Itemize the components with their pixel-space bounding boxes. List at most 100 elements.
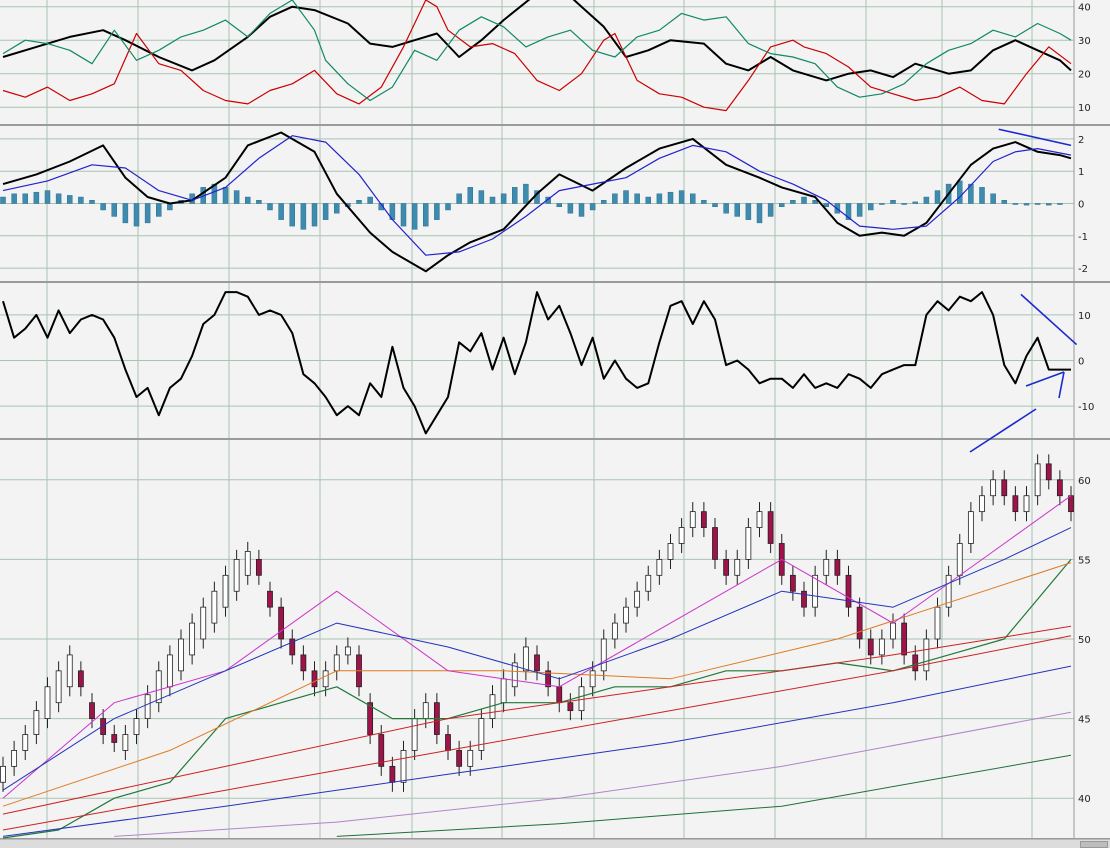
macd-histogram-bar (701, 200, 707, 204)
macd-histogram-bar (44, 190, 51, 204)
candle-body (1056, 479, 1063, 497)
candle-body (55, 670, 62, 704)
macd-histogram-bar (144, 203, 151, 224)
macd-histogram-bar (267, 203, 273, 211)
cci-y-tick-label: -10 (1078, 402, 1094, 413)
candle-body (812, 574, 819, 608)
macd-histogram-bar (256, 200, 262, 204)
macd-histogram-bar (779, 203, 785, 207)
macd-histogram-bar (690, 193, 696, 204)
candle-body (700, 511, 707, 528)
macd-histogram-bar (300, 203, 307, 230)
macd-y-tick-label: 1 (1078, 167, 1084, 178)
macd-histogram-bar (823, 203, 829, 207)
horizontal-scrollbar[interactable] (0, 839, 1110, 848)
macd-y-tick-label: 2 (1078, 135, 1084, 146)
candle-body (878, 638, 885, 656)
macd-histogram-bar (812, 200, 818, 204)
macd-y-tick-label: 0 (1078, 200, 1084, 211)
macd-histogram-bar (578, 203, 585, 217)
candle-body (467, 750, 474, 767)
dmi-y-tick-label: 10 (1078, 103, 1091, 114)
candle-body (623, 606, 629, 624)
macd-histogram-bar (801, 196, 807, 204)
candle-body (11, 750, 18, 767)
cci-y-tick-label: 0 (1078, 357, 1084, 368)
macd-histogram-bar (890, 200, 896, 204)
macd-histogram-bar (523, 183, 529, 204)
scroll-thumb[interactable] (1080, 841, 1108, 848)
macd-histogram-bar (334, 203, 340, 214)
macd-histogram-bar (367, 196, 373, 204)
macd-histogram-bar (0, 196, 6, 204)
candle-body (611, 622, 618, 640)
macd-histogram-bar (322, 203, 329, 220)
candle-body (556, 686, 563, 704)
macd-histogram-bar (645, 196, 651, 204)
candle-body (901, 622, 908, 656)
macd-histogram-bar (245, 196, 251, 204)
macd-histogram-bar (1001, 200, 1007, 204)
price-y-tick-label: 40 (1078, 794, 1091, 805)
macd-histogram-bar (55, 193, 62, 204)
indicator-chart: 10203040-2-1012-100104045505560 (0, 0, 1110, 848)
candle-body (956, 543, 963, 576)
macd-histogram-bar (89, 200, 95, 204)
candle-body (667, 543, 674, 560)
candle-body (789, 574, 796, 592)
candle-body (912, 654, 919, 672)
macd-histogram-bar (923, 196, 930, 204)
macd-histogram-bar (934, 190, 941, 204)
candle-body (645, 574, 652, 592)
candle-body (133, 718, 140, 735)
macd-histogram-bar (723, 203, 729, 214)
candle-body (300, 654, 307, 672)
candle-body (89, 702, 95, 719)
macd-histogram-bar (423, 203, 429, 227)
macd-histogram-bar (756, 203, 763, 224)
candle-body (734, 559, 741, 576)
candle-body (66, 654, 73, 688)
candle-body (155, 670, 162, 704)
macd-histogram-bar (122, 203, 129, 224)
macd-histogram-bar (100, 203, 106, 211)
macd-histogram-bar (478, 190, 485, 204)
macd-histogram-bar (901, 203, 907, 205)
macd-histogram-bar (311, 203, 318, 227)
candle-body (534, 654, 540, 672)
macd-histogram-bar (634, 193, 640, 204)
candle-body (166, 654, 173, 688)
candle-body (767, 511, 774, 544)
candle-body (0, 765, 6, 783)
candle-body (712, 527, 718, 560)
macd-histogram-bar (11, 193, 17, 204)
macd-histogram-bar (556, 203, 562, 207)
macd-histogram-bar (790, 200, 796, 204)
candle-body (445, 734, 451, 751)
price-y-tick-label: 60 (1078, 476, 1091, 487)
candle-body (22, 734, 29, 751)
candle-body (411, 718, 418, 751)
dmi-y-tick-label: 30 (1078, 36, 1091, 47)
candle-body (311, 670, 318, 688)
macd-histogram-bar (856, 203, 863, 217)
candle-body (723, 559, 730, 576)
macd-histogram-bar (78, 196, 84, 204)
macd-histogram-bar (500, 193, 507, 204)
candle-body (333, 654, 340, 672)
candle-body (867, 638, 874, 656)
macd-histogram-bar (990, 193, 996, 204)
macd-histogram-bar (678, 190, 685, 204)
candle-body (979, 495, 985, 513)
candle-body (589, 670, 596, 688)
candle-body (890, 622, 896, 640)
candle-body (934, 606, 941, 640)
macd-histogram-bar (356, 200, 362, 204)
candle-body (222, 574, 229, 608)
dmi-y-tick-label: 40 (1078, 3, 1091, 14)
candle-body (1045, 463, 1052, 481)
candle-body (745, 527, 752, 560)
macd-histogram-bar (156, 203, 162, 217)
macd-histogram-bar (734, 203, 740, 217)
candle-body (278, 606, 285, 640)
